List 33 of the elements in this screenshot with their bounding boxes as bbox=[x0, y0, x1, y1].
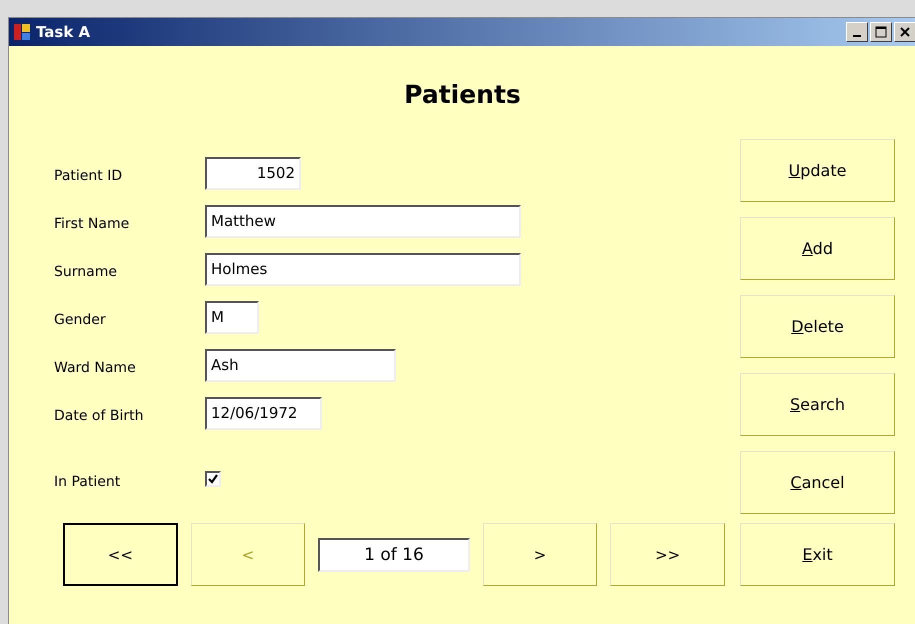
field-label: First Name bbox=[54, 215, 130, 232]
action-button[interactable]: Exit bbox=[740, 523, 895, 586]
action-button[interactable]: Search bbox=[740, 373, 895, 436]
maximize-button[interactable] bbox=[870, 22, 892, 42]
field-label: Date of Birth bbox=[54, 407, 144, 424]
nav-button[interactable]: >> bbox=[610, 523, 725, 586]
close-button[interactable] bbox=[894, 22, 915, 42]
input-field[interactable]: M bbox=[205, 300, 259, 334]
maximize-icon bbox=[875, 26, 887, 38]
form-heading: Patients bbox=[404, 80, 521, 109]
input-field[interactable]: Holmes bbox=[205, 252, 521, 286]
action-button[interactable]: Cancel bbox=[740, 451, 895, 514]
nav-button[interactable]: << bbox=[63, 523, 178, 586]
close-icon bbox=[899, 26, 911, 38]
minimize-button[interactable] bbox=[846, 22, 868, 42]
field-label: Gender bbox=[54, 311, 107, 328]
field-label: Patient ID bbox=[54, 167, 124, 184]
field-label: Surname bbox=[54, 263, 118, 280]
input-field[interactable]: Matthew bbox=[205, 204, 521, 238]
input-field[interactable]: Ash bbox=[205, 348, 396, 382]
record-counter: 1 of 16 bbox=[318, 538, 470, 572]
nav-button[interactable]: > bbox=[482, 523, 598, 586]
action-button[interactable]: Update bbox=[740, 139, 895, 202]
input-field[interactable]: 1502 bbox=[205, 156, 301, 190]
input-field[interactable]: 12/06/1972 bbox=[205, 396, 322, 430]
checkbox[interactable] bbox=[205, 471, 221, 487]
window-title: Task A bbox=[36, 23, 92, 41]
app-icon bbox=[13, 23, 31, 41]
field-label: Ward Name bbox=[54, 359, 137, 376]
action-button[interactable]: Add bbox=[740, 217, 895, 280]
checkbox-label: In Patient bbox=[54, 473, 122, 490]
action-button[interactable]: Delete bbox=[740, 295, 895, 358]
minimize-icon bbox=[853, 35, 861, 37]
